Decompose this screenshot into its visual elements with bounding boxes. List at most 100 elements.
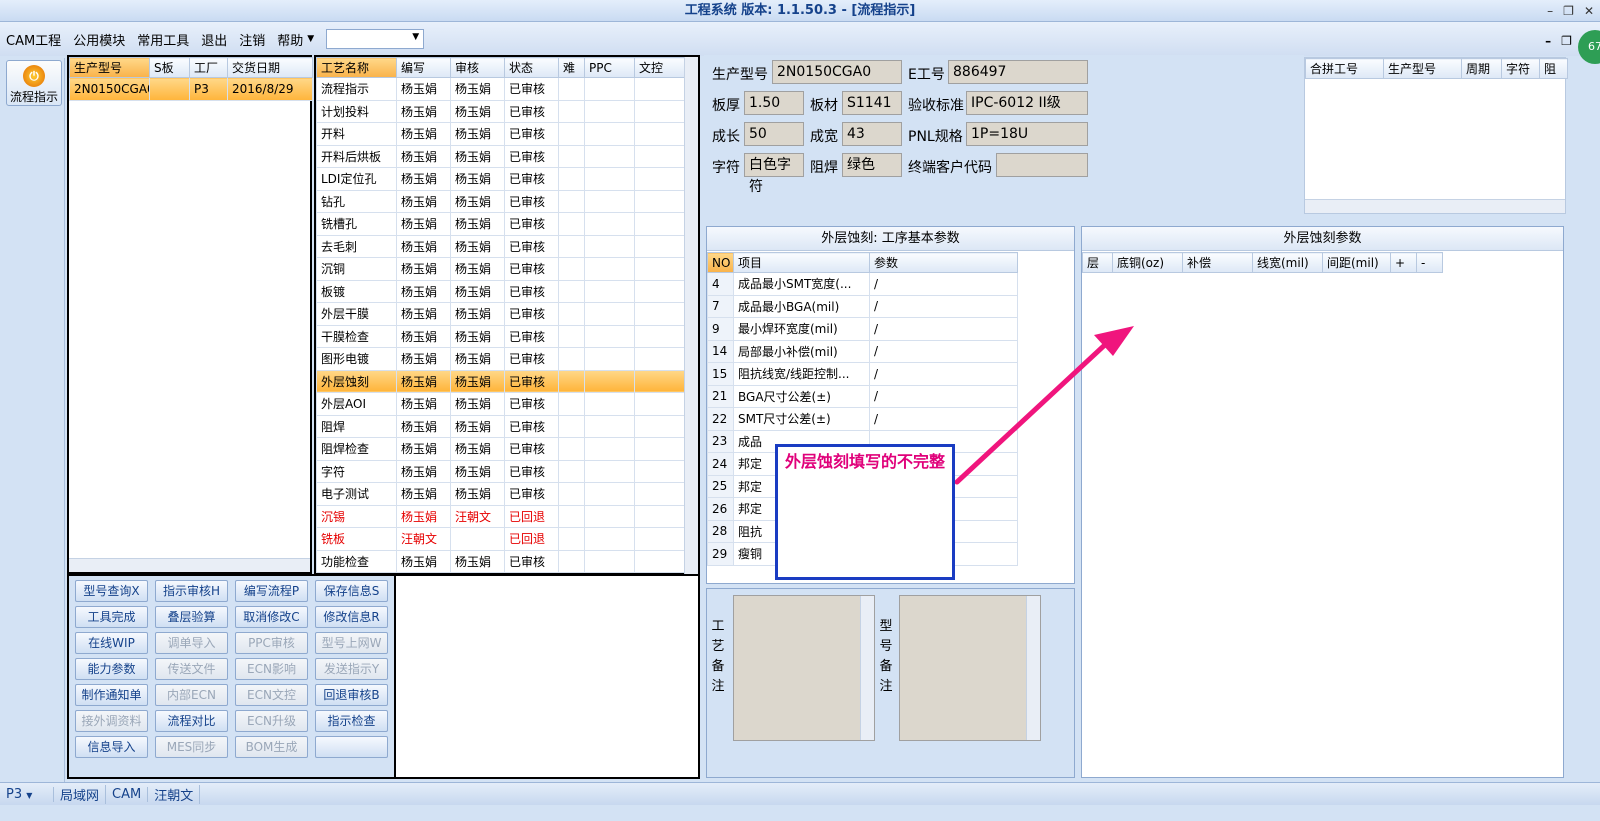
table-row[interactable]: 干膜检查 杨玉娟 杨玉娟 已审核 xyxy=(316,324,685,348)
col-plus[interactable]: + xyxy=(1390,252,1417,273)
grow-field[interactable]: 50 xyxy=(744,122,804,146)
action-button[interactable]: 工具完成 xyxy=(75,606,148,628)
col-base-copper[interactable]: 底铜(oz) xyxy=(1112,252,1183,273)
col-compensation[interactable]: 补偿 xyxy=(1182,252,1253,273)
col-line-width[interactable]: 线宽(mil) xyxy=(1252,252,1323,273)
action-button[interactable]: PPC审核 xyxy=(235,632,308,654)
customer-field[interactable] xyxy=(996,153,1088,177)
col-sboard[interactable]: S板 xyxy=(149,57,190,78)
action-button[interactable]: 指示检查 xyxy=(315,710,388,732)
mdi-minimize-icon[interactable]: – xyxy=(1545,34,1551,48)
table-row[interactable]: 去毛刺 杨玉娟 杨玉娟 已审核 xyxy=(316,234,685,258)
col-ppc[interactable]: PPC xyxy=(584,57,635,78)
action-button[interactable]: 流程对比 xyxy=(155,710,228,732)
action-button[interactable]: 在线WIP xyxy=(75,632,148,654)
action-button[interactable]: 能力参数 xyxy=(75,658,148,680)
mdi-restore-icon[interactable]: ❐ xyxy=(1561,34,1572,48)
table-row[interactable]: 2N0150CGA0 P3 2016/8/29 xyxy=(69,77,313,101)
action-button[interactable]: 接外调资料 xyxy=(75,710,148,732)
process-notes-scroll[interactable] xyxy=(860,596,874,740)
process-vscroll[interactable] xyxy=(684,57,698,574)
table-row[interactable]: 22 SMT尺寸公差(±) / xyxy=(707,407,1018,431)
action-button[interactable]: 型号查询X xyxy=(75,580,148,602)
action-button[interactable]: 保存信息S xyxy=(315,580,388,602)
col-param[interactable]: 参数 xyxy=(869,252,1018,273)
action-button[interactable]: ECN升级 xyxy=(235,710,308,732)
table-row[interactable]: 流程指示 杨玉娟 杨玉娟 已审核 xyxy=(316,77,685,101)
action-button[interactable]: 型号上网W xyxy=(315,632,388,654)
col-delivery[interactable]: 交货日期 xyxy=(227,57,313,78)
col-reviewer[interactable]: 审核 xyxy=(450,57,505,78)
action-button[interactable]: 回退审核B xyxy=(315,684,388,706)
col-spacing[interactable]: 间距(mil) xyxy=(1322,252,1391,273)
col-layer[interactable]: 层 xyxy=(1082,252,1113,273)
action-button[interactable]: 制作通知单 xyxy=(75,684,148,706)
col-merge-char[interactable]: 字符 xyxy=(1501,58,1540,79)
table-row[interactable]: 电子测试 杨玉娟 杨玉娟 已审核 xyxy=(316,482,685,506)
maximize-icon[interactable]: ❐ xyxy=(1563,0,1574,22)
action-button[interactable]: 修改信息R xyxy=(315,606,388,628)
menu-common[interactable]: 公用模块 xyxy=(73,30,125,49)
table-row[interactable]: 14 局部最小补偿(mil) / xyxy=(707,339,1018,363)
col-difficulty[interactable]: 难 xyxy=(558,57,585,78)
table-row[interactable]: 沉锡 杨玉娟 汪朝文 已回退 xyxy=(316,504,685,528)
table-row[interactable]: 外层蚀刻 杨玉娟 杨玉娟 已审核 xyxy=(316,369,685,393)
table-row[interactable]: 外层AOI 杨玉娟 杨玉娟 已审核 xyxy=(316,392,685,416)
col-item[interactable]: 项目 xyxy=(733,252,870,273)
process-notes-box[interactable] xyxy=(733,595,875,741)
table-row[interactable]: 开料 杨玉娟 杨玉娟 已审核 xyxy=(316,122,685,146)
table-row[interactable]: 开料后烘板 杨玉娟 杨玉娟 已审核 xyxy=(316,144,685,168)
menu-cam[interactable]: CAM工程 xyxy=(6,30,61,49)
table-row[interactable]: 功能检查 杨玉娟 杨玉娟 已审核 xyxy=(316,549,685,573)
table-row[interactable]: 4 成品最小SMT宽度(... / xyxy=(707,272,1018,296)
model-notes-scroll[interactable] xyxy=(1026,596,1040,740)
table-row[interactable]: 9 最小焊环宽度(mil) / xyxy=(707,317,1018,341)
thickness-field[interactable]: 1.50 xyxy=(744,91,804,115)
table-row[interactable]: 铣板 汪朝文 已回退 xyxy=(316,527,685,551)
action-button[interactable]: 指示审核H xyxy=(155,580,228,602)
action-button[interactable]: MES同步 xyxy=(155,736,228,758)
col-merge-model[interactable]: 生产型号 xyxy=(1383,58,1462,79)
col-status[interactable]: 状态 xyxy=(504,57,559,78)
model-field[interactable]: 2N0150CGA0 xyxy=(772,60,902,84)
table-row[interactable]: 图形电镀 杨玉娟 杨玉娟 已审核 xyxy=(316,347,685,371)
table-row[interactable]: LDI定位孔 杨玉娟 杨玉娟 已审核 xyxy=(316,167,685,191)
table-row[interactable]: 15 阻抗线宽/线距控制... / xyxy=(707,362,1018,386)
menu-combo[interactable]: ▼ xyxy=(326,29,425,49)
merge-hscroll[interactable] xyxy=(1305,199,1565,213)
flow-button[interactable]: ⏻ 流程指示 xyxy=(6,60,62,106)
col-process-name[interactable]: 工艺名称 xyxy=(316,57,397,78)
table-row[interactable]: 阻焊检查 杨玉娟 杨玉娟 已审核 xyxy=(316,437,685,461)
action-button[interactable]: 取消修改C xyxy=(235,606,308,628)
action-button[interactable] xyxy=(315,736,388,758)
standard-field[interactable]: IPC-6012 II级 xyxy=(966,91,1088,115)
table-row[interactable]: 铣槽孔 杨玉娟 杨玉娟 已审核 xyxy=(316,212,685,236)
table-row[interactable]: 钻孔 杨玉娟 杨玉娟 已审核 xyxy=(316,189,685,213)
action-button[interactable]: ECN影响 xyxy=(235,658,308,680)
menu-logout[interactable]: 注销 xyxy=(239,30,265,49)
action-button[interactable]: 发送指示Y xyxy=(315,658,388,680)
table-row[interactable]: 外层干膜 杨玉娟 杨玉娟 已审核 xyxy=(316,302,685,326)
menu-exit[interactable]: 退出 xyxy=(201,30,227,49)
table-row[interactable]: 7 成品最小BGA(mil) / xyxy=(707,294,1018,318)
pnl-field[interactable]: 1P=18U xyxy=(966,122,1088,146)
table-row[interactable]: 板镀 杨玉娟 杨玉娟 已审核 xyxy=(316,279,685,303)
material-field[interactable]: S1141 xyxy=(842,91,902,115)
status-factory[interactable]: P3 ▼ xyxy=(0,786,54,802)
avatar[interactable]: 67 xyxy=(1578,30,1600,64)
col-no[interactable]: NO xyxy=(707,252,734,273)
minimize-icon[interactable]: – xyxy=(1547,0,1553,22)
table-row[interactable]: 计划投料 杨玉娟 杨玉娟 已审核 xyxy=(316,99,685,123)
mask-field[interactable]: 绿色 xyxy=(842,153,902,177)
menu-overflow-icon[interactable]: ▼ xyxy=(307,34,314,44)
action-button[interactable]: 调单导入 xyxy=(155,632,228,654)
table-row[interactable]: 字符 杨玉娟 杨玉娟 已审核 xyxy=(316,459,685,483)
action-button[interactable]: 内部ECN xyxy=(155,684,228,706)
table-row[interactable]: 沉铜 杨玉娟 杨玉娟 已审核 xyxy=(316,257,685,281)
col-writer[interactable]: 编写 xyxy=(396,57,451,78)
action-button[interactable]: 叠层验算 xyxy=(155,606,228,628)
model-hscroll[interactable] xyxy=(69,558,310,572)
col-factory[interactable]: 工厂 xyxy=(189,57,228,78)
action-button[interactable]: 传送文件 xyxy=(155,658,228,680)
action-button[interactable]: BOM生成 xyxy=(235,736,308,758)
